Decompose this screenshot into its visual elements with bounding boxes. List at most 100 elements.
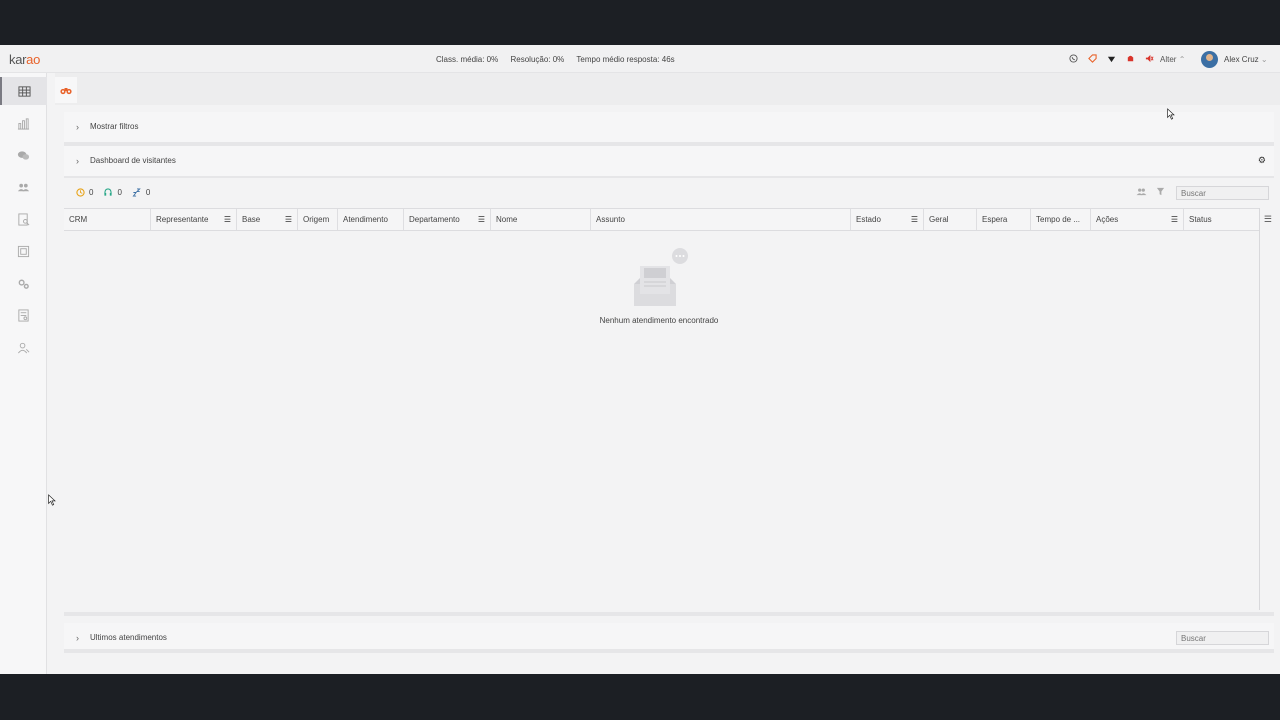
wifi-icon[interactable] (1106, 53, 1116, 63)
waiting-count: 0 (89, 188, 94, 197)
stat-tempo-medio: Tempo médio resposta: 46s (576, 55, 675, 64)
column-atendimento[interactable]: Atendimento (338, 209, 404, 230)
column-origem[interactable]: Origem (298, 209, 338, 230)
users-icon (17, 183, 30, 191)
sidebar-item-dashboard[interactable] (0, 77, 47, 105)
in-progress-count: 0 (117, 188, 122, 197)
filters-panel[interactable]: › Mostrar filtros (64, 112, 1274, 146)
user-menu[interactable]: Alex Cruz ⌄ (1224, 55, 1268, 64)
table-tools (1136, 187, 1165, 196)
sleeping-count: 0 (145, 188, 151, 197)
sleep-icon (132, 188, 141, 197)
chat-icon (17, 150, 30, 160)
sidebar-item-settings[interactable] (0, 269, 47, 297)
sidebar-item-contacts[interactable] (0, 333, 47, 361)
sidebar (0, 73, 47, 674)
gear-icon[interactable]: ⚙ (1258, 155, 1266, 166)
column-label: Tempo de ... (1036, 215, 1081, 224)
sidebar-item-reports[interactable] (0, 109, 47, 137)
sidebar-item-users[interactable] (0, 173, 47, 201)
letterbox-top (0, 0, 1280, 45)
column-menu-icon[interactable]: ☰ (224, 215, 231, 224)
mouse-cursor-icon (48, 494, 56, 506)
avatar[interactable] (1201, 51, 1218, 68)
column-representante[interactable]: Representante ☰ (151, 209, 237, 230)
stats-bar: Class. média: 0% Resolução: 0% Tempo méd… (436, 55, 685, 64)
column-label: Assunto (596, 215, 625, 224)
chevron-updown-icon: ⌃ (1178, 55, 1186, 64)
mouse-cursor-icon (1167, 108, 1175, 120)
binoculars-icon (60, 87, 72, 94)
columns-menu-icon[interactable]: ☰ (1264, 214, 1272, 225)
column-estado[interactable]: Estado ☰ (851, 209, 924, 230)
dashboard-panel-title: Dashboard de visitantes (90, 156, 176, 165)
stat-resolucao: Resolução: 0% (510, 55, 565, 64)
column-departamento[interactable]: Departamento ☰ (404, 209, 491, 230)
content-area: › Mostrar filtros › Dashboard de visitan… (55, 73, 1280, 674)
letterbox-bottom (0, 674, 1280, 720)
column-label: Base (242, 215, 261, 224)
sidebar-item-chat[interactable] (0, 141, 47, 169)
column-label: Status (1189, 215, 1212, 224)
notification-bell-icon[interactable] (1125, 53, 1135, 63)
chevron-down-icon: ⌄ (1260, 55, 1268, 64)
karoo-logo: karao (9, 52, 41, 67)
grid-icon (18, 85, 31, 97)
tab-monitor[interactable] (55, 77, 77, 103)
report-icon (18, 212, 30, 226)
scrollbar[interactable] (1259, 208, 1260, 610)
top-icons (1068, 53, 1154, 63)
status-label: Alter (1160, 55, 1177, 64)
column-label: Representante (156, 215, 209, 224)
user-name: Alex Cruz (1224, 55, 1259, 64)
chevron-right-icon: › (76, 633, 79, 643)
sidebar-item-panel[interactable] (0, 237, 47, 265)
column-status[interactable]: Status (1184, 209, 1252, 230)
column-menu-icon[interactable]: ☰ (911, 215, 918, 224)
search-input[interactable] (1176, 186, 1269, 200)
empty-inbox-icon (624, 248, 694, 310)
last-search-input[interactable] (1176, 631, 1269, 645)
column-crm[interactable]: CRM (64, 209, 151, 230)
top-bar: karao Class. média: 0% Resolução: 0% Tem… (0, 45, 1280, 73)
table-header: CRM Representante ☰ Base ☰ Origem Atendime… (64, 208, 1259, 231)
sleeping-counter[interactable]: 0 (132, 188, 150, 197)
last-attendances-panel[interactable]: › Ultimos atendimentos (64, 623, 1274, 653)
column-label: Atendimento (343, 215, 388, 224)
panel-icon (17, 245, 30, 257)
status-selector[interactable]: Alter ⌃ (1160, 55, 1185, 64)
filter-icon[interactable] (1156, 187, 1165, 196)
column-label: Geral (929, 215, 949, 224)
column-tempo[interactable]: Tempo de ... (1031, 209, 1091, 230)
waiting-counter[interactable]: 0 (76, 188, 93, 197)
column-espera[interactable]: Espera (977, 209, 1031, 230)
contacts-icon (18, 342, 30, 353)
whatsapp-icon[interactable] (1068, 53, 1078, 63)
column-menu-icon[interactable]: ☰ (478, 215, 485, 224)
dashboard-panel[interactable]: › Dashboard de visitantes ⚙ (64, 146, 1274, 180)
document-icon (18, 308, 29, 322)
group-icon[interactable] (1136, 187, 1147, 196)
clock-icon (76, 188, 85, 197)
tab-strip (55, 73, 1280, 105)
column-label: Nome (496, 215, 518, 224)
column-label: Departamento (409, 215, 460, 224)
sidebar-item-report-search[interactable] (0, 205, 47, 233)
column-menu-icon[interactable]: ☰ (1171, 215, 1178, 224)
mute-icon[interactable] (1144, 53, 1154, 63)
tag-icon[interactable] (1087, 53, 1097, 63)
chart-icon (17, 117, 30, 130)
column-assunto[interactable]: Assunto (591, 209, 851, 230)
headset-icon (104, 188, 113, 196)
column-geral[interactable]: Geral (924, 209, 977, 230)
column-acoes[interactable]: Ações ☰ (1091, 209, 1184, 230)
column-base[interactable]: Base ☰ (237, 209, 298, 230)
in-progress-counter[interactable]: 0 (103, 188, 122, 197)
last-attendances-title: Ultimos atendimentos (90, 633, 167, 642)
column-nome[interactable]: Nome (491, 209, 591, 230)
filters-panel-title: Mostrar filtros (90, 122, 139, 131)
column-menu-icon[interactable]: ☰ (285, 215, 292, 224)
column-label: Ações (1096, 215, 1119, 224)
sidebar-item-documents[interactable] (0, 301, 47, 329)
column-label: CRM (69, 215, 88, 224)
